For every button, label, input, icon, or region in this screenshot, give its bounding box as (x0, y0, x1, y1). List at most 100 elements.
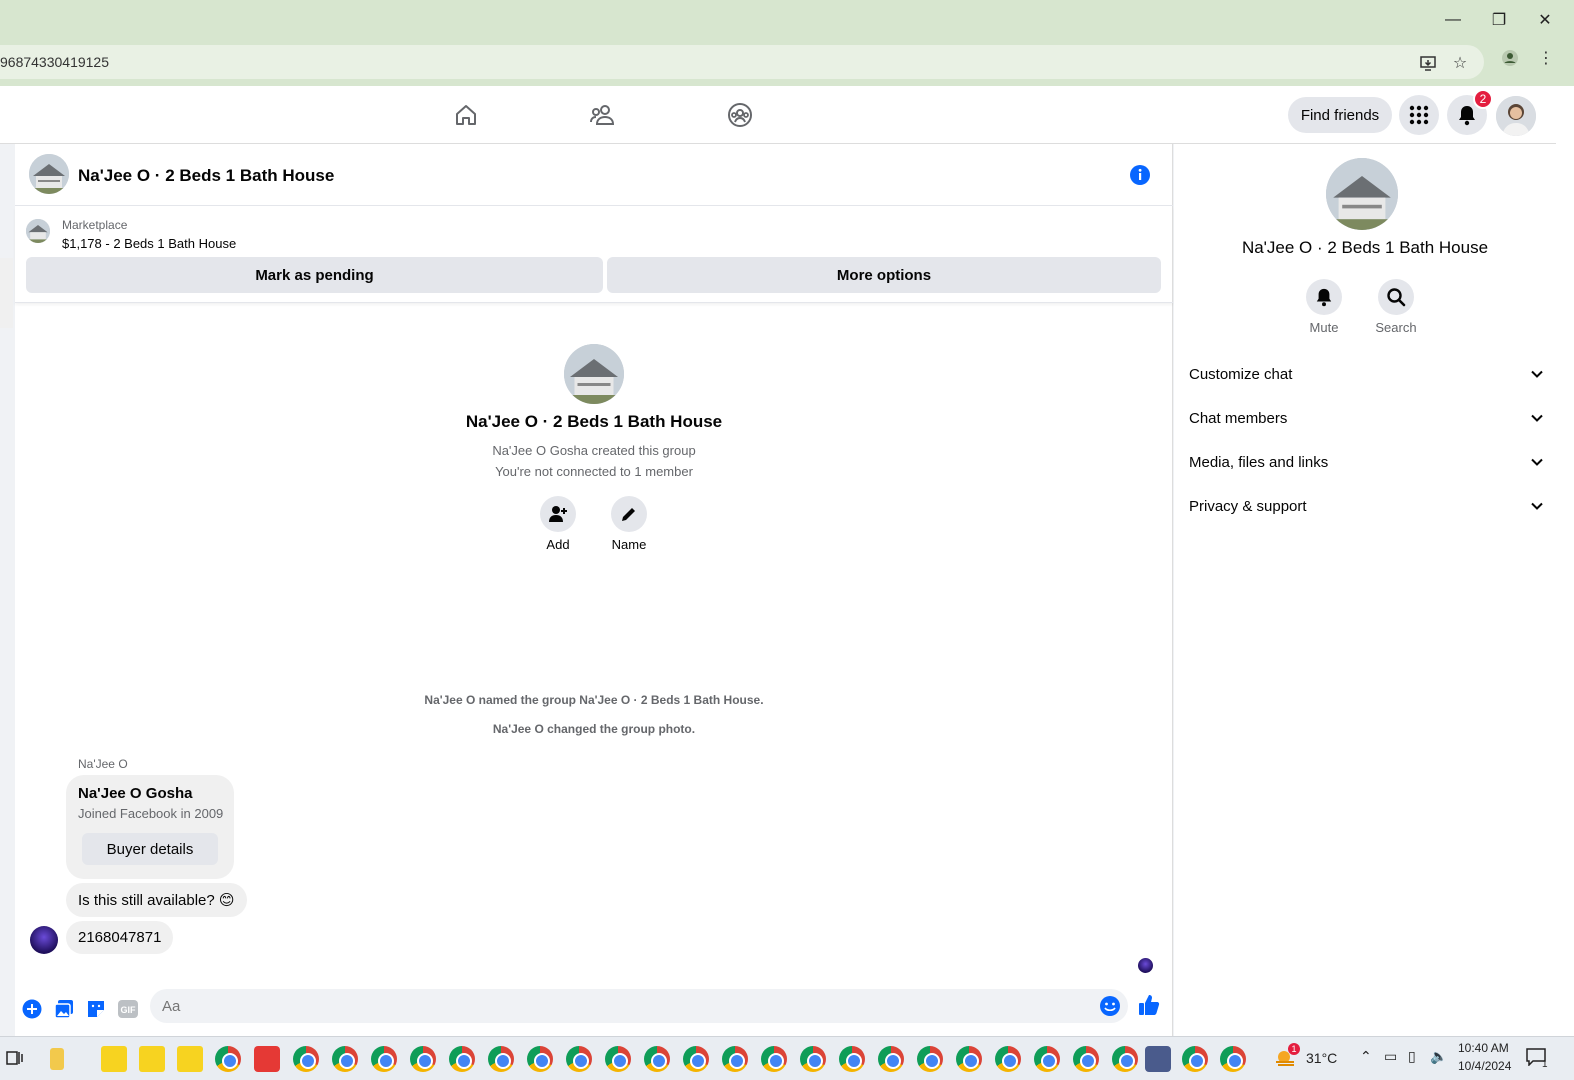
app-icon[interactable] (254, 1046, 280, 1072)
bookmark-star-icon[interactable]: ☆ (1450, 53, 1470, 73)
mark-as-pending-button[interactable]: Mark as pending (26, 257, 603, 293)
add-person-icon (549, 506, 567, 522)
sticky-notes-icon[interactable] (177, 1046, 203, 1072)
profile-card-name[interactable]: Na'Jee O Gosha (78, 785, 192, 802)
listing-title[interactable]: $1,178 - 2 Beds 1 Bath House (62, 236, 236, 251)
home-icon[interactable] (451, 100, 481, 130)
clock-date[interactable]: 10/4/2024 (1458, 1059, 1511, 1073)
chrome-icon[interactable] (215, 1046, 241, 1072)
install-app-icon[interactable] (1418, 53, 1438, 73)
bell-icon (1459, 106, 1475, 126)
group-photo-thumb[interactable] (29, 154, 69, 194)
chrome-icon[interactable] (995, 1046, 1021, 1072)
notification-center-count: 1 (1542, 1059, 1548, 1070)
chrome-icon[interactable] (449, 1046, 475, 1072)
menu-grid-button[interactable] (1399, 95, 1439, 135)
restore-button[interactable]: ❐ (1484, 8, 1514, 32)
temperature-text[interactable]: 31°C (1306, 1050, 1337, 1066)
message-bubble[interactable]: Is this still available? 😊 (66, 883, 247, 917)
volume-icon[interactable]: 🔈 (1430, 1048, 1447, 1065)
sender-name: Na'Jee O (78, 757, 128, 771)
chrome-icon[interactable] (1073, 1046, 1099, 1072)
intro-created-by: Na'Jee O Gosha created this group (492, 443, 696, 458)
chrome-icon[interactable] (410, 1046, 436, 1072)
chrome-icon[interactable] (332, 1046, 358, 1072)
chrome-icon[interactable] (644, 1046, 670, 1072)
listing-thumb[interactable] (26, 219, 50, 243)
like-thumb-icon[interactable] (1137, 993, 1161, 1017)
friends-icon[interactable] (588, 100, 618, 130)
chrome-icon[interactable] (605, 1046, 631, 1072)
minimize-button[interactable]: — (1438, 8, 1468, 32)
chrome-icon[interactable] (1112, 1046, 1138, 1072)
mute-label: Mute (1309, 320, 1339, 335)
chrome-icon[interactable] (917, 1046, 943, 1072)
chrome-icon[interactable] (1034, 1046, 1060, 1072)
name-group-button[interactable] (611, 496, 647, 532)
chrome-icon[interactable] (488, 1046, 514, 1072)
add-member-button[interactable] (540, 496, 576, 532)
url-field[interactable]: 96874330419125 ☆ (0, 45, 1484, 79)
info-icon[interactable] (1129, 164, 1151, 186)
plus-circle-icon[interactable] (20, 997, 44, 1021)
account-avatar[interactable] (1496, 96, 1536, 136)
gif-icon[interactable]: GIF (116, 997, 140, 1021)
details-group-photo[interactable] (1326, 158, 1398, 230)
left-scrollbar[interactable] (0, 258, 13, 328)
close-window-button[interactable]: ✕ (1530, 8, 1560, 32)
more-options-button[interactable]: More options (607, 257, 1161, 293)
chrome-icon[interactable] (371, 1046, 397, 1072)
section-customize-chat[interactable]: Customize chat (1189, 354, 1544, 394)
chrome-icon[interactable] (683, 1046, 709, 1072)
fb-top-nav: Find friends (0, 86, 1556, 144)
chrome-icon[interactable] (800, 1046, 826, 1072)
chevron-down-icon (1531, 502, 1543, 510)
groups-icon[interactable] (725, 100, 755, 130)
sticky-notes-icon[interactable] (101, 1046, 127, 1072)
message-bubble[interactable]: 2168047871 (66, 921, 174, 954)
group-photo[interactable] (564, 344, 624, 404)
clock-time[interactable]: 10:40 AM (1458, 1041, 1509, 1055)
chrome-icon[interactable] (839, 1046, 865, 1072)
find-friends-button[interactable]: Find friends (1288, 97, 1392, 133)
section-chat-members[interactable]: Chat members (1189, 398, 1544, 438)
section-privacy-support[interactable]: Privacy & support (1189, 486, 1544, 526)
task-view-icon[interactable] (6, 1049, 24, 1067)
photo-icon[interactable] (52, 997, 76, 1021)
sticker-icon[interactable] (84, 997, 108, 1021)
sender-avatar[interactable] (30, 926, 58, 954)
chrome-icon[interactable] (293, 1046, 319, 1072)
search-button[interactable] (1378, 279, 1414, 315)
chat-title[interactable]: Na'Jee O · 2 Beds 1 Bath House (78, 166, 334, 186)
chevron-down-icon (1531, 370, 1543, 378)
windows-taskbar: 1 31°C ⌃ ▭ ▯ 🔈 10:40 AM 10/4/2024 1 (0, 1036, 1574, 1080)
device-icon[interactable]: ▯ (1408, 1048, 1416, 1065)
intro-group-name: Na'Jee O · 2 Beds 1 Bath House (465, 412, 723, 431)
file-explorer-icon[interactable] (50, 1048, 64, 1070)
chrome-icon[interactable] (1182, 1046, 1208, 1072)
mute-button[interactable] (1306, 279, 1342, 315)
message-input[interactable] (150, 989, 1128, 1023)
sticky-notes-icon[interactable] (139, 1046, 165, 1072)
profile-icon[interactable] (1500, 48, 1520, 68)
chrome-icon[interactable] (566, 1046, 592, 1072)
browser-menu-icon[interactable]: ⋮ (1536, 48, 1556, 68)
chat-header: Na'Jee O · 2 Beds 1 Bath House (15, 144, 1173, 206)
app-icon[interactable] (1145, 1046, 1171, 1072)
chevron-up-icon[interactable]: ⌃ (1360, 1048, 1372, 1065)
emoji-icon[interactable] (1098, 994, 1122, 1018)
chrome-icon[interactable] (722, 1046, 748, 1072)
system-message: Na'Jee O changed the group photo. (492, 722, 696, 736)
chrome-icon[interactable] (761, 1046, 787, 1072)
notification-badge: 2 (1473, 89, 1493, 109)
buyer-details-button[interactable]: Buyer details (82, 833, 218, 865)
chrome-icon[interactable] (956, 1046, 982, 1072)
chrome-icon[interactable] (527, 1046, 553, 1072)
chrome-icon[interactable] (1220, 1046, 1246, 1072)
network-icon[interactable]: ▭ (1384, 1048, 1397, 1065)
chrome-icon[interactable] (878, 1046, 904, 1072)
section-media-files-links[interactable]: Media, files and links (1189, 442, 1544, 482)
section-label: Privacy & support (1189, 497, 1307, 515)
profile-card-joined: Joined Facebook in 2009 (78, 806, 224, 821)
page-scrollbar[interactable] (1556, 86, 1574, 1036)
